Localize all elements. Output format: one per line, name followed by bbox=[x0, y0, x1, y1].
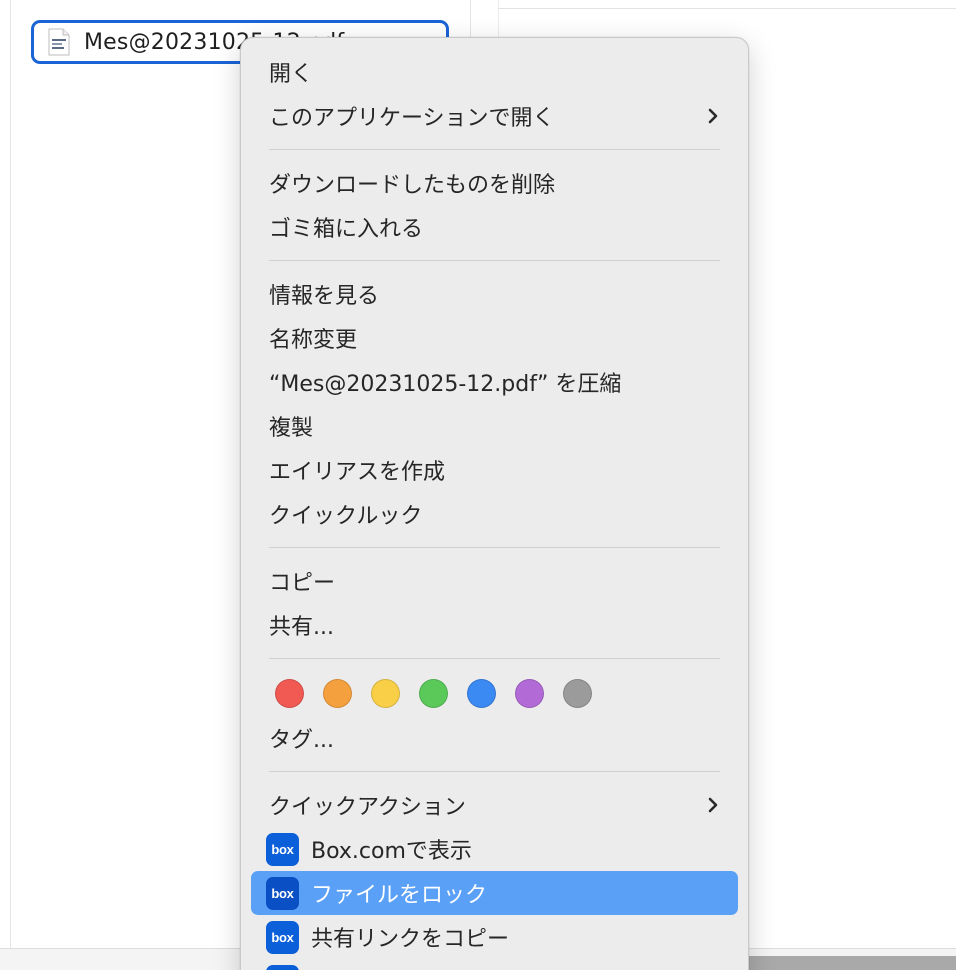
menu-item-label: 名称変更 bbox=[269, 328, 358, 353]
menu-item-label: クイックアクション bbox=[269, 795, 466, 820]
menu-item-label: 共有... bbox=[269, 615, 334, 640]
box-app-icon: box bbox=[266, 832, 299, 866]
column-edge bbox=[10, 0, 11, 950]
menu-item-label: “Mes@20231025-12.pdf” を圧縮 bbox=[269, 372, 622, 397]
menu-item-delete-downloaded[interactable]: ダウンロードしたものを削除 bbox=[251, 161, 738, 205]
menu-item-label: ダウンロードしたものを削除 bbox=[269, 173, 556, 198]
menu-item-label: このアプリケーションで開く bbox=[269, 106, 555, 131]
menu-item-move-to-trash[interactable]: ゴミ箱に入れる bbox=[251, 205, 738, 249]
tag-orange-dot[interactable] bbox=[323, 678, 352, 708]
menu-item-quick-actions[interactable]: クイックアクション bbox=[251, 783, 738, 827]
menu-item-label: コピー bbox=[269, 571, 336, 596]
menu-item-copy[interactable]: コピー bbox=[251, 559, 738, 603]
menu-item-box-partial[interactable] bbox=[251, 959, 738, 970]
tag-color-row bbox=[251, 670, 738, 716]
menu-item-label: 共有リンクをコピー bbox=[311, 927, 510, 952]
horizontal-scrollbar[interactable] bbox=[745, 956, 956, 970]
tag-gray-dot[interactable] bbox=[563, 678, 592, 708]
menu-item-tags[interactable]: タグ... bbox=[251, 716, 738, 760]
menu-item-box-copy-link[interactable]: box 共有リンクをコピー bbox=[251, 915, 738, 959]
tag-red-dot[interactable] bbox=[275, 678, 304, 708]
menu-item-share[interactable]: 共有... bbox=[251, 603, 738, 647]
menu-item-compress[interactable]: “Mes@20231025-12.pdf” を圧縮 bbox=[251, 360, 738, 404]
tag-green-dot[interactable] bbox=[419, 678, 448, 708]
menu-item-label: タグ... bbox=[269, 728, 334, 753]
menu-item-open[interactable]: 開く bbox=[251, 50, 738, 94]
menu-item-box-show[interactable]: box Box.comで表示 bbox=[251, 827, 738, 871]
menu-item-label: 複製 bbox=[269, 416, 314, 441]
tag-yellow-dot[interactable] bbox=[371, 678, 400, 708]
menu-separator bbox=[269, 547, 720, 548]
tag-purple-dot[interactable] bbox=[515, 678, 544, 708]
menu-separator bbox=[269, 771, 720, 772]
box-app-icon bbox=[266, 964, 299, 970]
menu-separator bbox=[269, 658, 720, 659]
context-menu: 開く このアプリケーションで開く ダウンロードしたものを削除 ゴミ箱に入れる 情… bbox=[240, 37, 749, 970]
menu-item-get-info[interactable]: 情報を見る bbox=[251, 272, 738, 316]
menu-item-label: 開く bbox=[269, 62, 314, 87]
box-app-icon: box bbox=[266, 876, 299, 910]
tag-blue-dot[interactable] bbox=[467, 678, 496, 708]
preview-top-border bbox=[498, 8, 956, 9]
menu-separator bbox=[269, 149, 720, 150]
menu-item-box-lock[interactable]: box ファイルをロック bbox=[251, 871, 738, 915]
box-app-icon: box bbox=[266, 920, 299, 954]
menu-item-label: エイリアスを作成 bbox=[269, 460, 446, 485]
menu-item-label: クイックルック bbox=[269, 504, 423, 529]
menu-item-duplicate[interactable]: 複製 bbox=[251, 404, 738, 448]
menu-separator bbox=[269, 260, 720, 261]
menu-item-label: ファイルをロック bbox=[311, 883, 488, 908]
menu-item-make-alias[interactable]: エイリアスを作成 bbox=[251, 448, 738, 492]
menu-item-open-with[interactable]: このアプリケーションで開く bbox=[251, 94, 738, 138]
menu-item-label: Box.comで表示 bbox=[311, 839, 472, 864]
menu-item-rename[interactable]: 名称変更 bbox=[251, 316, 738, 360]
chevron-right-icon bbox=[708, 108, 718, 124]
menu-item-quick-look[interactable]: クイックルック bbox=[251, 492, 738, 536]
chevron-right-icon bbox=[708, 797, 718, 813]
menu-item-label: ゴミ箱に入れる bbox=[269, 217, 424, 242]
pdf-file-icon bbox=[48, 28, 70, 56]
menu-item-label: 情報を見る bbox=[269, 284, 380, 309]
